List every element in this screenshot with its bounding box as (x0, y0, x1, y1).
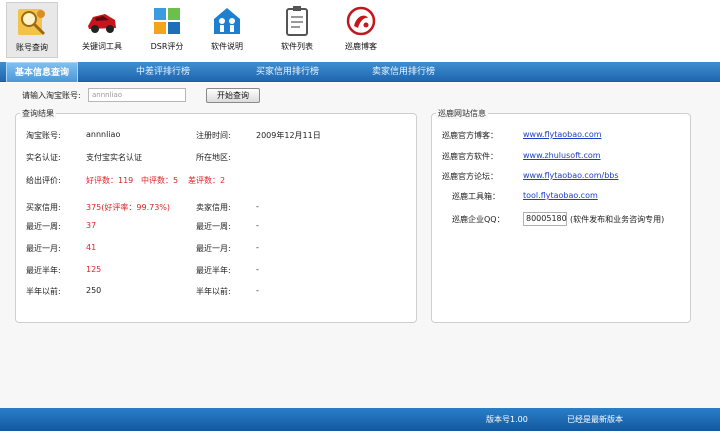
toolbar-label: DSR评分 (150, 42, 184, 51)
update-status-text: 已经是最新版本 (567, 415, 623, 424)
result-panel-title: 查询结果 (20, 108, 56, 119)
forum-label: 巡鹿官方论坛： (442, 172, 498, 181)
buyer-credit-label: 买家信用: (26, 203, 61, 212)
toolbar-label: 软件列表 (281, 42, 313, 51)
toolbar-software-description[interactable]: 软件说明 (201, 2, 253, 58)
buyer-week-value: 37 (86, 221, 97, 230)
qq-number-field[interactable]: 80005180 (523, 212, 567, 226)
tab-bar: 基本信息查询 中差评排行榜 买家信用排行榜 卖家信用排行榜 (0, 62, 720, 82)
seller-halfyear-label: 最近半年: (196, 266, 231, 275)
seller-week-value: - (256, 221, 259, 230)
main-content: 请输入淘宝账号: annnliao 开始查询 查询结果 淘宝账号: annnli… (0, 83, 720, 408)
blog-label: 巡鹿官方博客： (442, 131, 498, 140)
toolbar-label: 软件说明 (211, 42, 243, 51)
site-info-title: 巡鹿网站信息 (436, 108, 488, 119)
version-text: 版本号1.00 (486, 415, 528, 424)
review-label: 给出评价: (26, 176, 61, 185)
tab-negative-review-rank[interactable]: 中差评排行榜 (136, 62, 190, 82)
windows-grid-icon (154, 8, 180, 34)
register-value: 2009年12月11日 (256, 131, 321, 140)
toolbar: 账号查询 关键词工具 DSR评分 软件说明 软件列表 巡鹿博客 (0, 0, 720, 60)
qq-note: (软件发布和业务咨询专用) (570, 215, 665, 224)
buyer-month-value: 41 (86, 243, 97, 252)
seller-before-label: 半年以前: (196, 287, 231, 296)
seller-credit-value: - (256, 202, 259, 211)
buyer-halfyear-label: 最近半年: (26, 266, 61, 275)
toolbar-dsr-score[interactable]: DSR评分 (141, 2, 193, 58)
region-label: 所在地区: (196, 153, 231, 162)
result-panel: 查询结果 淘宝账号: annnliao 注册时间: 2009年12月11日 实名… (15, 108, 417, 323)
qq-label: 巡鹿企业QQ： (452, 215, 505, 224)
mid-review-count: 中评数：5 (141, 176, 179, 185)
account-value: annnliao (86, 130, 121, 139)
red-seal-icon (346, 6, 376, 36)
realname-value: 支付宝实名认证 (86, 153, 142, 162)
toolbar-software-list[interactable]: 软件列表 (271, 2, 323, 58)
buyer-month-label: 最近一月: (26, 244, 61, 253)
clipboard-icon (286, 6, 308, 36)
forum-link[interactable]: www.flytaobao.com/bbs (523, 171, 619, 180)
sports-car-icon (88, 14, 116, 33)
toolbar-label: 账号查询 (16, 43, 48, 52)
buyer-credit-value: 375(好评率：99.73%) (86, 203, 171, 212)
software-label: 巡鹿官方软件： (442, 152, 498, 161)
software-link[interactable]: www.zhulusoft.com (523, 151, 601, 160)
toolbar-account-query[interactable]: 账号查询 (6, 2, 58, 58)
toolbar-label: 巡鹿博客 (345, 42, 377, 51)
bad-review-count: 差评数：2 (188, 176, 226, 185)
buyer-halfyear-value: 125 (86, 265, 102, 274)
status-bar: 版本号1.00 已经是最新版本 (0, 408, 720, 431)
tab-seller-credit-rank[interactable]: 卖家信用排行榜 (372, 62, 435, 82)
magnifier-person-icon (18, 9, 46, 36)
seller-week-label: 最近一周: (196, 222, 231, 231)
account-input-label: 请输入淘宝账号: (22, 91, 81, 100)
toolbar-keyword-tool[interactable]: 关键词工具 (76, 2, 128, 58)
account-label: 淘宝账号: (26, 131, 61, 140)
seller-month-value: - (256, 243, 259, 252)
start-query-button[interactable]: 开始查询 (206, 88, 260, 103)
account-input[interactable]: annnliao (88, 88, 186, 102)
blog-link[interactable]: www.flytaobao.com (523, 130, 602, 139)
buyer-before-label: 半年以前: (26, 287, 61, 296)
realname-label: 实名认证: (26, 153, 61, 162)
site-info-panel: 巡鹿网站信息 巡鹿官方博客： www.flytaobao.com 巡鹿官方软件：… (431, 108, 691, 323)
toolbar-blog[interactable]: 巡鹿博客 (335, 2, 387, 58)
seller-credit-label: 卖家信用: (196, 203, 231, 212)
seller-before-value: - (256, 286, 259, 295)
buyer-before-value: 250 (86, 286, 102, 295)
people-house-icon (214, 8, 240, 34)
seller-month-label: 最近一月: (196, 244, 231, 253)
seller-halfyear-value: - (256, 265, 259, 274)
tools-label: 巡鹿工具箱： (452, 192, 500, 201)
tab-basic-info[interactable]: 基本信息查询 (6, 62, 79, 82)
buyer-week-label: 最近一周: (26, 222, 61, 231)
tools-link[interactable]: tool.flytaobao.com (523, 191, 598, 200)
tab-buyer-credit-rank[interactable]: 买家信用排行榜 (256, 62, 319, 82)
good-review-count: 好评数：119 (86, 176, 134, 185)
toolbar-label: 关键词工具 (82, 42, 122, 51)
register-label: 注册时间: (196, 131, 231, 140)
